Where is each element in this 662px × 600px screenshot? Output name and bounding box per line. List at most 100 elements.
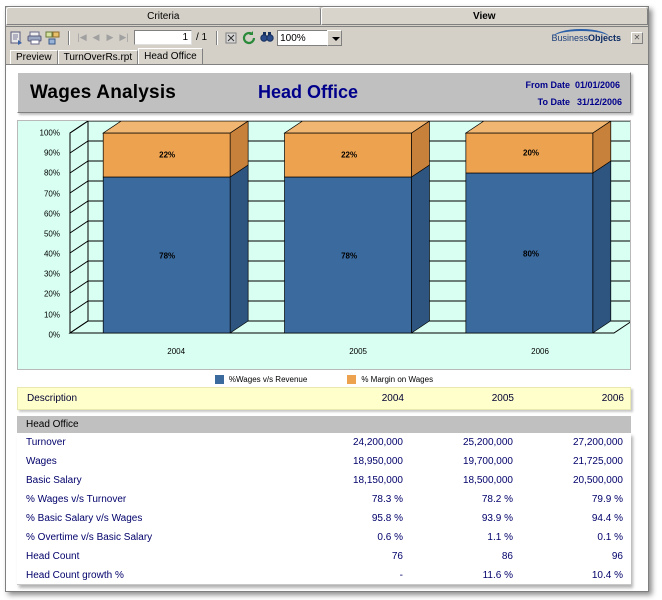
chart-bar-label: 78%	[159, 252, 175, 261]
row-value-2004: 95.8 %	[295, 513, 405, 524]
row-value-2006: 10.4 %	[515, 570, 625, 581]
row-value-2006: 79.9 %	[515, 494, 625, 505]
toolbar-separator-2	[216, 31, 218, 45]
column-header-2006: 2006	[516, 393, 626, 404]
group-header-row: Head Office	[17, 416, 631, 433]
row-value-2004: 18,150,000	[295, 475, 405, 486]
row-value-2005: 78.2 %	[405, 494, 515, 505]
chart-bar-label: 78%	[341, 252, 357, 261]
chart-x-tick-label: 2005	[349, 347, 367, 356]
row-value-2005: 86	[405, 551, 515, 562]
row-value-2004: 78.3 %	[295, 494, 405, 505]
chart-plot-area	[18, 121, 630, 369]
chart-x-tick-label: 2006	[531, 347, 549, 356]
toolbar-separator-1	[68, 31, 70, 45]
print-icon[interactable]	[27, 30, 43, 46]
legend-swatch-icon	[347, 375, 356, 384]
sidebar-item-head-office[interactable]: Head Office	[138, 48, 203, 64]
column-header-2005: 2005	[406, 393, 516, 404]
row-value-2004: -	[295, 570, 405, 581]
refresh-icon[interactable]	[241, 30, 257, 46]
page-title: Wages Analysis	[30, 82, 176, 104]
column-header-description: Description	[18, 393, 296, 404]
chart-legend: %Wages v/s Revenue % Margin on Wages	[17, 370, 631, 388]
legend-item: %Wages v/s Revenue	[215, 375, 307, 384]
row-value-2005: 1.1 %	[405, 532, 515, 543]
row-description: Basic Salary	[17, 475, 295, 486]
legend-label: % Margin on Wages	[361, 375, 433, 384]
table-row: Head Count768696	[17, 547, 631, 566]
row-value-2006: 0.1 %	[515, 532, 625, 543]
tab-view[interactable]: View	[321, 7, 648, 25]
first-page-button[interactable]: |◀	[75, 30, 89, 45]
from-date-label: From Date	[500, 80, 570, 90]
document-tab-strip: Preview TurnOverRs.rpt Head Office	[6, 48, 648, 65]
to-date-value: 31/12/2006	[577, 97, 622, 107]
close-icon[interactable]: ✕	[631, 32, 643, 44]
row-value-2004: 0.6 %	[295, 532, 405, 543]
row-description: Wages	[17, 456, 295, 467]
row-value-2006: 94.4 %	[515, 513, 625, 524]
to-date-label: To Date	[500, 97, 570, 107]
previous-page-button[interactable]: ◀	[89, 30, 103, 45]
zoom-level-input[interactable]: 100%	[277, 30, 327, 46]
search-icon[interactable]	[259, 30, 275, 46]
row-description: Turnover	[17, 437, 295, 448]
page-number-input[interactable]: 1	[134, 30, 192, 45]
report-header-band: Wages Analysis Head Office From Date 01/…	[17, 72, 631, 113]
last-page-button[interactable]: ▶|	[117, 30, 131, 45]
chevron-down-icon[interactable]	[327, 30, 342, 46]
row-value-2005: 19,700,000	[405, 456, 515, 467]
chart-bar-label: 80%	[523, 250, 539, 259]
table-row: Turnover24,200,00025,200,00027,200,000	[17, 433, 631, 452]
row-value-2006: 96	[515, 551, 625, 562]
row-description: % Basic Salary v/s Wages	[17, 513, 295, 524]
row-value-2006: 20,500,000	[515, 475, 625, 486]
legend-item: % Margin on Wages	[347, 375, 433, 384]
legend-label: %Wages v/s Revenue	[229, 375, 307, 384]
row-value-2005: 18,500,000	[405, 475, 515, 486]
sidebar-item-turnoverrpt[interactable]: TurnOverRs.rpt	[58, 50, 139, 64]
toggle-group-tree-icon[interactable]	[45, 30, 61, 46]
row-value-2005: 25,200,000	[405, 437, 515, 448]
stop-icon[interactable]	[223, 30, 239, 46]
logo-arc-icon	[553, 29, 609, 39]
subtab-head-office-label: Head Office	[144, 51, 197, 62]
row-description: % Overtime v/s Basic Salary	[17, 532, 295, 543]
legend-swatch-icon	[215, 375, 224, 384]
chart-bar-label: 20%	[523, 149, 539, 158]
subtab-preview-label: Preview	[16, 52, 52, 63]
table-header: Description 2004 2005 2006	[17, 387, 631, 410]
businessobjects-logo: BusinessObjects	[551, 33, 625, 43]
row-description: Head Count growth %	[17, 570, 295, 581]
sidebar-item-preview[interactable]: Preview	[10, 50, 58, 64]
table-row: Head Count growth %-11.6 %10.4 %	[17, 566, 631, 585]
tab-criteria[interactable]: Criteria	[6, 7, 321, 25]
next-page-button[interactable]: ▶	[103, 30, 117, 45]
row-value-2004: 76	[295, 551, 405, 562]
row-description: Head Count	[17, 551, 295, 562]
export-icon[interactable]	[9, 30, 25, 46]
row-value-2004: 24,200,000	[295, 437, 405, 448]
table-row: % Wages v/s Turnover78.3 %78.2 %79.9 %	[17, 490, 631, 509]
table-row: % Basic Salary v/s Wages95.8 %93.9 %94.4…	[17, 509, 631, 528]
row-value-2004: 18,950,000	[295, 456, 405, 467]
report-toolbar: |◀ ◀ ▶ ▶| 1 / 1 100%	[6, 27, 648, 48]
row-value-2005: 11.6 %	[405, 570, 515, 581]
chart-bar-label: 22%	[341, 151, 357, 160]
row-value-2006: 27,200,000	[515, 437, 625, 448]
table-row: Wages18,950,00019,700,00021,725,000	[17, 452, 631, 471]
table-row: % Overtime v/s Basic Salary0.6 %1.1 %0.1…	[17, 528, 631, 547]
group-label: Head Office	[17, 419, 295, 430]
report-subtitle: Head Office	[258, 82, 358, 103]
table-header-row: Description 2004 2005 2006	[18, 388, 630, 409]
table-row: Basic Salary18,150,00018,500,00020,500,0…	[17, 471, 631, 490]
tab-view-label: View	[473, 11, 496, 22]
row-value-2006: 21,725,000	[515, 456, 625, 467]
page-total-label: / 1	[196, 32, 207, 43]
table-body: Turnover24,200,00025,200,00027,200,000Wa…	[17, 433, 631, 585]
column-header-2004: 2004	[296, 393, 406, 404]
group-row-inner: Head Office	[17, 416, 631, 433]
main-tab-strip: Criteria View	[6, 7, 648, 27]
subtab-turnoverrpt-label: TurnOverRs.rpt	[64, 52, 133, 63]
